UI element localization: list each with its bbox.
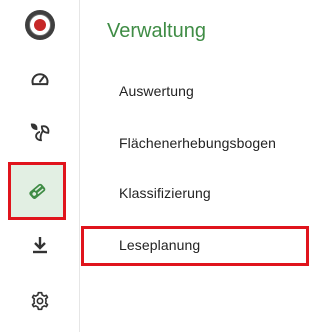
- highlight-frame: [81, 226, 309, 266]
- menu-item-auswertung[interactable]: Auswertung: [119, 83, 194, 99]
- panel-title: Verwaltung: [107, 20, 206, 42]
- sidebar-item-dashboard[interactable]: [0, 55, 79, 105]
- sidebar-item-download[interactable]: [0, 220, 79, 270]
- gear-icon: [31, 291, 48, 311]
- gauge-icon: [31, 73, 48, 86]
- sidebar-item-verwaltung[interactable]: [8, 162, 66, 220]
- sidebar-item-plants[interactable]: [0, 106, 79, 156]
- menu-item-klassifizierung[interactable]: Klassifizierung: [119, 185, 211, 201]
- menu-item-flaechenerhebungsbogen[interactable]: Flächenerhebungsbogen: [119, 135, 276, 151]
- leaf-sprout-icon: [30, 123, 49, 142]
- logo-seal-icon[interactable]: [25, 10, 55, 40]
- field-tag-icon: [29, 183, 46, 199]
- sidebar-rail: [0, 0, 80, 332]
- sidebar-item-settings[interactable]: [0, 276, 79, 326]
- download-icon: [32, 237, 47, 254]
